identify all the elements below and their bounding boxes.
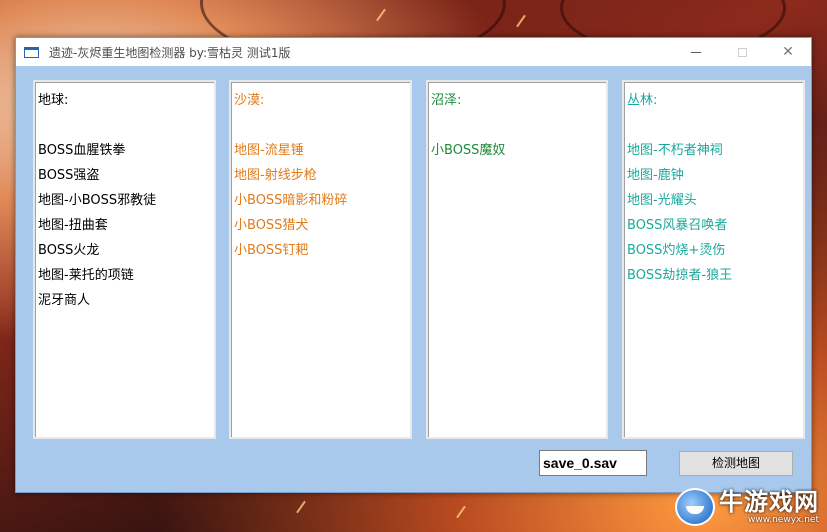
list-item: BOSS强盗 (38, 168, 100, 183)
list-item: BOSS劫掠者-狼王 (627, 268, 733, 283)
list-item: 地图-鹿钟 (627, 168, 684, 183)
panel-desert[interactable]: 沙漠: 地图-流星锤 地图-射线步枪 小BOSS暗影和粉碎 小BOSS猎犬 小B… (229, 80, 412, 439)
list-item: 地图-小BOSS邪教徒 (38, 193, 157, 208)
list-item: BOSS风暴召唤者 (627, 218, 728, 233)
minimize-button[interactable] (673, 38, 719, 66)
list-item: 泥牙商人 (38, 293, 91, 308)
panel-heading: 沙漠: (234, 93, 265, 108)
mascot-logo-icon (675, 488, 715, 526)
background-spark (516, 14, 526, 28)
panel-earth[interactable]: 地球: BOSS血腥铁拳 BOSS强盗 地图-小BOSS邪教徒 地图-扭曲套 B… (33, 80, 216, 439)
window-title: 遗迹-灰烬重生地图检测器 by:雪枯灵 测试1版 (49, 45, 291, 60)
site-watermark: 牛游戏网 www.newyx.net (675, 488, 819, 526)
list-item: 小BOSS钉耙 (234, 243, 309, 258)
list-item: 小BOSS魔奴 (431, 143, 506, 158)
list-item: 地图-射线步枪 (234, 168, 317, 183)
close-icon: ✕ (782, 44, 794, 60)
list-item: BOSS灼烧+烫伤 (627, 243, 726, 258)
watermark-name: 牛游戏网 (719, 488, 819, 516)
app-window: 遗迹-灰烬重生地图检测器 by:雪枯灵 测试1版 ✕ 地球: BOSS血腥铁拳 … (15, 37, 812, 493)
panel-swamp[interactable]: 沼泽: 小BOSS魔奴 (426, 80, 608, 439)
watermark-url: www.newyx.net (747, 515, 819, 525)
list-item: 地图-扭曲套 (38, 218, 108, 233)
list-item: 小BOSS暗影和粉碎 (234, 193, 348, 208)
close-button[interactable]: ✕ (765, 38, 811, 66)
list-item: 地图-光耀头 (627, 193, 697, 208)
save-file-field[interactable]: save_0.sav (539, 450, 647, 476)
list-item: 地图-莱托的项链 (38, 268, 134, 283)
background-spark (456, 505, 466, 519)
panel-jungle[interactable]: 丛林: 地图-不朽者神祠 地图-鹿钟 地图-光耀头 BOSS风暴召唤者 BOSS… (622, 80, 805, 439)
maximize-icon (737, 47, 747, 57)
maximize-button (719, 38, 765, 66)
panel-heading: 丛林: (627, 93, 658, 108)
list-item: BOSS火龙 (38, 243, 100, 258)
list-item: 小BOSS猎犬 (234, 218, 309, 233)
list-item: 地图-流星锤 (234, 143, 304, 158)
panel-heading: 地球: (38, 93, 69, 108)
panel-heading: 沼泽: (431, 93, 462, 108)
list-item: BOSS血腥铁拳 (38, 143, 126, 158)
window-icon (24, 46, 39, 58)
background-spark (296, 500, 306, 514)
detect-map-button[interactable]: 检测地图 (679, 451, 793, 476)
window-controls: ✕ (673, 38, 811, 66)
minimize-icon (691, 51, 701, 53)
list-item: 地图-不朽者神祠 (627, 143, 723, 158)
title-bar[interactable]: 遗迹-灰烬重生地图检测器 by:雪枯灵 测试1版 ✕ (16, 38, 811, 66)
